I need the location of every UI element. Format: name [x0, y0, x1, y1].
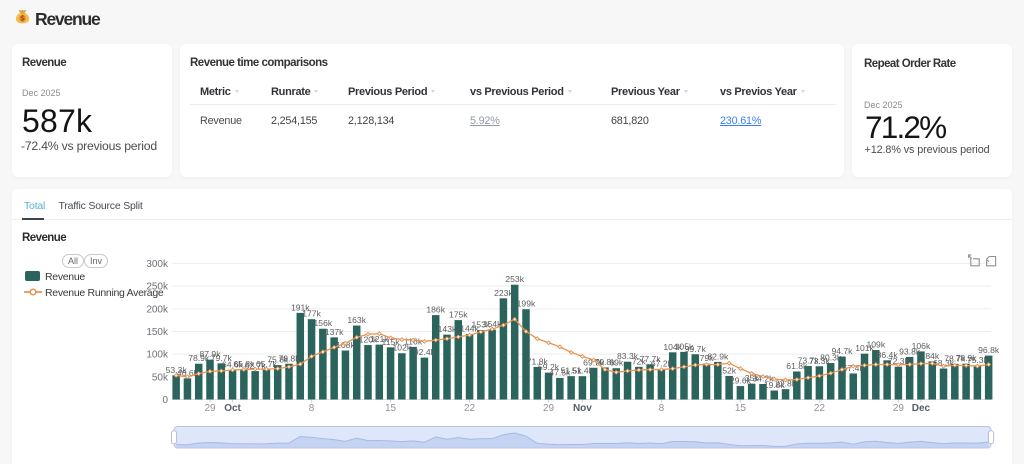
svg-text:200k: 200k	[146, 304, 169, 315]
svg-text:177k: 177k	[302, 309, 321, 319]
svg-text:22: 22	[464, 403, 476, 414]
svg-text:29: 29	[543, 403, 555, 414]
svg-text:15: 15	[735, 403, 747, 414]
svg-text:29: 29	[893, 403, 905, 414]
svg-text:Oct: Oct	[224, 403, 241, 414]
svg-text:52k: 52k	[722, 365, 737, 375]
svg-text:253k: 253k	[505, 274, 524, 284]
svg-text:8: 8	[659, 403, 665, 414]
svg-text:106k: 106k	[912, 341, 931, 351]
svg-text:300k: 300k	[146, 259, 169, 270]
svg-text:100k: 100k	[146, 350, 169, 361]
svg-text:250k: 250k	[146, 282, 169, 293]
svg-text:22: 22	[814, 403, 826, 414]
svg-text:0: 0	[162, 395, 168, 406]
svg-text:67.2k: 67.2k	[651, 359, 673, 369]
svg-text:109k: 109k	[866, 340, 885, 350]
svg-text:78.8k: 78.8k	[278, 353, 300, 363]
svg-text:Nov: Nov	[573, 403, 592, 414]
svg-text:186k: 186k	[426, 305, 445, 315]
svg-text:8: 8	[309, 403, 315, 414]
svg-text:137k: 137k	[325, 327, 344, 337]
svg-text:92.4k: 92.4k	[414, 347, 436, 357]
svg-text:175k: 175k	[449, 310, 468, 320]
svg-text:29: 29	[204, 403, 216, 414]
svg-text:143k: 143k	[438, 324, 457, 334]
svg-text:163k: 163k	[347, 315, 366, 325]
svg-text:150k: 150k	[146, 327, 169, 338]
svg-text:15: 15	[385, 403, 397, 414]
svg-text:199k: 199k	[517, 299, 536, 309]
svg-text:96.8k: 96.8k	[978, 345, 1000, 355]
svg-text:Dec: Dec	[912, 403, 931, 414]
svg-text:82.9k: 82.9k	[707, 351, 729, 361]
svg-text:223k: 223k	[494, 288, 513, 298]
svg-text:75.3k: 75.3k	[967, 355, 989, 365]
svg-text:94.7k: 94.7k	[831, 346, 853, 356]
